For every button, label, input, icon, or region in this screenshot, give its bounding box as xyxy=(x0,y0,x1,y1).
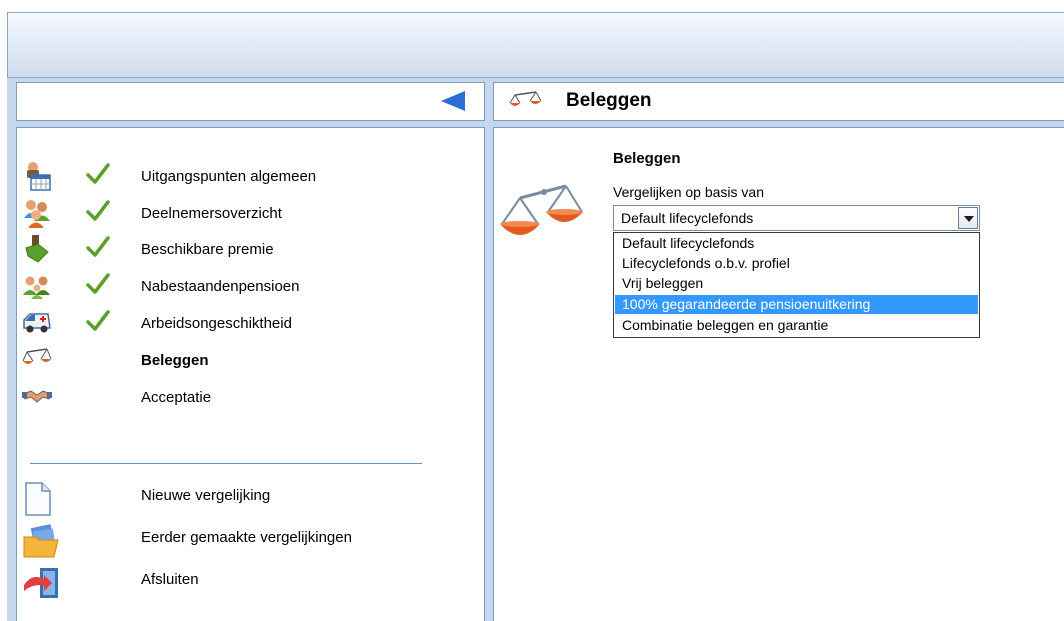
nav-item-beleggen[interactable]: Beleggen xyxy=(22,345,462,375)
nav-item-label: Nieuwe vergelijking xyxy=(141,487,271,504)
previous-comparisons-button[interactable]: Eerder gemaakte vergelijkingen xyxy=(22,523,462,559)
nav-item-nabestaandenpensioen[interactable]: Nabestaandenpensioen xyxy=(22,271,462,301)
ambulance-icon xyxy=(23,313,51,333)
nav-item-label: Deelnemersoverzicht xyxy=(141,205,282,222)
dropdown-option[interactable]: Lifecyclefonds o.b.v. profiel xyxy=(615,254,978,273)
nav-item-label: Nabestaandenpensioen xyxy=(141,278,300,295)
nav-item-beschikbare-premie[interactable]: Beschikbare premie xyxy=(22,234,462,264)
checkmark-icon xyxy=(86,163,110,184)
section-title: Beleggen xyxy=(613,150,681,167)
money-hand-icon xyxy=(25,235,49,263)
select-value: Default lifecyclefonds xyxy=(621,210,754,226)
open-folder-icon xyxy=(23,524,59,558)
nav-item-uitgangspunten[interactable]: Uitgangspunten algemeen xyxy=(22,161,462,191)
dropdown-option[interactable]: Default lifecyclefonds xyxy=(615,234,978,253)
sidebar-header xyxy=(16,82,485,121)
nav-item-label: Acceptatie xyxy=(141,389,212,406)
nav-item-label: Beleggen xyxy=(141,352,209,369)
exit-door-icon xyxy=(24,568,58,598)
calendar-person-icon xyxy=(27,162,51,191)
scale-icon xyxy=(509,91,542,106)
compare-basis-dropdown: Default lifecyclefonds Lifecyclefonds o.… xyxy=(613,232,980,338)
nav-item-arbeidsongeschiktheid[interactable]: Arbeidsongeschiktheid xyxy=(22,308,462,338)
checkmark-icon xyxy=(86,273,110,294)
nav-item-acceptatie[interactable]: Acceptatie xyxy=(22,382,462,412)
nav-item-label: Afsluiten xyxy=(141,571,199,588)
checkmark-icon xyxy=(86,310,110,331)
scale-icon xyxy=(22,348,52,364)
compare-basis-label: Vergelijken op basis van xyxy=(613,184,764,200)
dropdown-option[interactable]: Vrij beleggen xyxy=(615,274,978,293)
new-comparison-button[interactable]: Nieuwe vergelijking xyxy=(22,481,462,517)
nav-item-label: Beschikbare premie xyxy=(141,241,274,258)
collapse-sidebar-arrow-icon[interactable] xyxy=(441,91,465,111)
checkmark-icon xyxy=(86,200,110,221)
dropdown-option[interactable]: Combinatie beleggen en garantie xyxy=(615,316,978,335)
nav-item-label: Uitgangspunten algemeen xyxy=(141,168,317,185)
nav-item-label: Eerder gemaakte vergelijkingen xyxy=(141,529,352,546)
nav-item-label: Arbeidsongeschiktheid xyxy=(141,315,292,332)
family-icon xyxy=(23,276,50,299)
chevron-down-icon[interactable] xyxy=(958,207,978,229)
window-titlebar xyxy=(7,12,1064,78)
new-document-icon xyxy=(25,482,51,516)
people-group-icon xyxy=(24,200,50,228)
compare-basis-select[interactable]: Default lifecyclefonds xyxy=(613,205,980,231)
handshake-icon xyxy=(22,390,52,403)
exit-button[interactable]: Afsluiten xyxy=(22,565,462,601)
nav-item-deelnemersoverzicht[interactable]: Deelnemersoverzicht xyxy=(22,198,462,228)
page-title: Beleggen xyxy=(566,90,652,111)
checkmark-icon xyxy=(86,236,110,257)
dropdown-option[interactable]: 100% gegarandeerde pensioenuitkering xyxy=(615,295,978,314)
sidebar-divider xyxy=(30,463,422,464)
scale-icon xyxy=(500,184,583,235)
